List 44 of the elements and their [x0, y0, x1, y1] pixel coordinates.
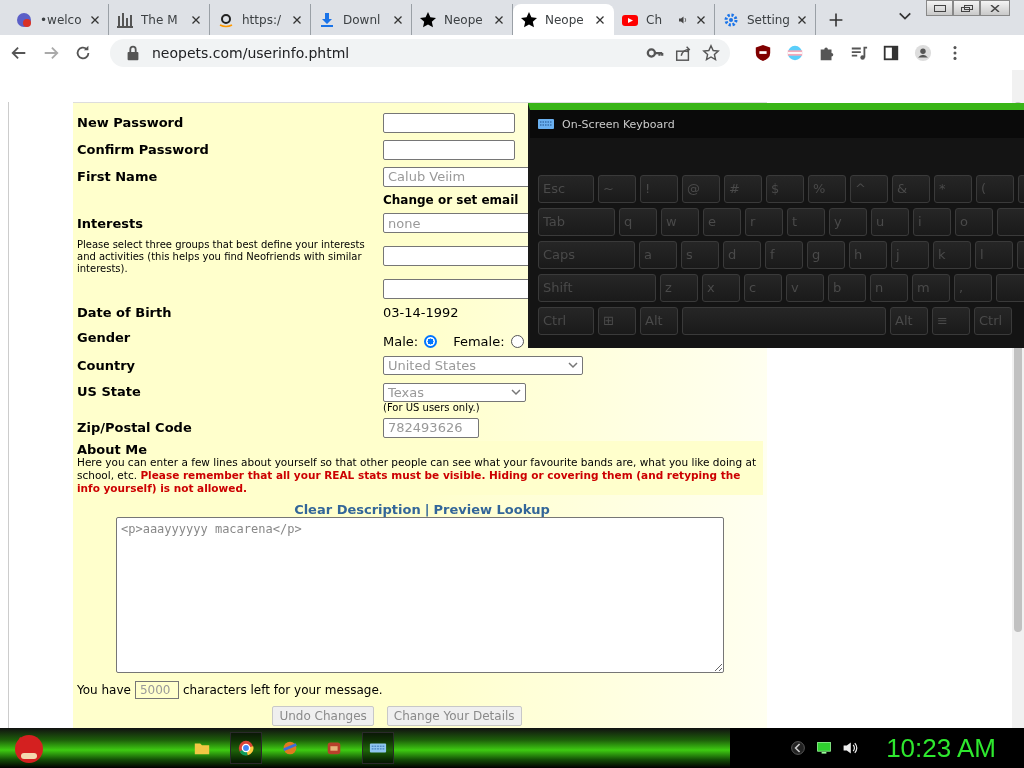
keyboard-key[interactable]: % — [808, 175, 846, 203]
radio-label: Male: — [383, 334, 419, 349]
field-label: Date of Birth — [77, 304, 173, 322]
keyboard-key[interactable]: ~ — [598, 175, 636, 203]
field-label: Gender — [77, 329, 132, 347]
keyboard-key[interactable]: @ — [682, 175, 720, 203]
field-label: New Password — [77, 114, 185, 132]
field-label: Confirm Password — [77, 141, 210, 159]
clock: 10:23 AM — [886, 732, 996, 764]
field-label: Zip/Postal Code — [77, 419, 193, 437]
section-heading: Change or set email — [383, 192, 519, 209]
counter-text: You have — [77, 683, 131, 697]
counter-text: characters left for your message. — [182, 683, 383, 697]
field-label: US State — [77, 383, 142, 401]
window-title: On-Screen Keyboard — [562, 117, 675, 131]
keyboard-key[interactable]: & — [892, 175, 930, 203]
field-note: (For US users only.) — [383, 402, 481, 413]
address-bar[interactable]: neopets.com/userinfo.phtml — [110, 38, 730, 67]
about-description: Here you can enter a few lines about yourself so that other people can see what your favourite bands are, what you like doing at school, etc. Please remember that all your REAL stats must be visible. Hiding or covering them (and retyping the info yourself) is not allowed. — [77, 456, 758, 495]
keyboard-key[interactable]: ! — [640, 175, 678, 203]
preview-lookup-link[interactable]: Preview Lookup — [433, 502, 550, 517]
browser-tab[interactable]: Neope — [513, 4, 614, 35]
field-label: Interests — [77, 215, 145, 233]
description-textarea[interactable]: <p>aaayyyyyy macarena</p> — [116, 517, 724, 673]
keyboard-key[interactable]: * — [934, 175, 972, 203]
input-field[interactable]: 782493626 — [383, 417, 479, 438]
section-heading: About Me — [77, 443, 149, 456]
keyboard-key[interactable]: , — [954, 274, 992, 302]
keyboard-key[interactable]: ≡ — [932, 307, 970, 335]
clear-description-link[interactable]: Clear Description — [294, 502, 421, 517]
dropdown[interactable]: United States — [383, 356, 583, 375]
field-note: Please select three groups that best define your interests and activities (this helps you find Neofriends with similar interests). — [77, 239, 366, 275]
field-label: Country — [77, 357, 137, 375]
keyboard-key[interactable]: ⊞ — [598, 307, 636, 335]
field-label: First Name — [77, 168, 159, 186]
dropdown[interactable]: Texas — [383, 383, 526, 402]
character-count-field: 5000 — [134, 681, 179, 699]
radio-label: Female: — [453, 334, 505, 349]
keyboard-key[interactable]: ( — [976, 175, 1014, 203]
keyboard-key[interactable]: $ — [766, 175, 804, 203]
keyboard-key[interactable]: # — [724, 175, 762, 203]
link-separator: | — [424, 502, 430, 517]
keyboard-key[interactable]: ^ — [850, 175, 888, 203]
field-value: 03-14-1992 — [383, 305, 459, 320]
